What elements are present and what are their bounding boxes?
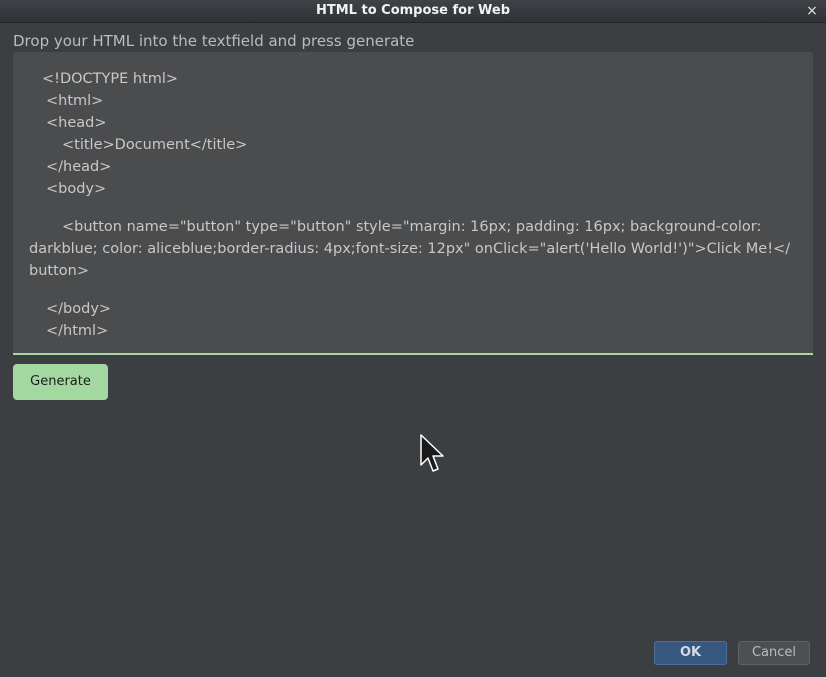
code-line: <html> [46,93,104,109]
generate-button[interactable]: Generate [13,364,108,400]
code-line: <title>Document</title> [62,137,248,153]
code-line: <!DOCTYPE html> [42,71,179,87]
code-line: <head> [46,115,107,131]
code-line: </body> [46,301,112,317]
code-line: darkblue; color: aliceblue;border-radius… [29,241,791,257]
close-icon[interactable]: × [804,2,820,20]
title-bar[interactable]: HTML to Compose for Web × [0,0,826,23]
code-line: <body> [46,181,107,197]
html-input-textarea[interactable]: <!DOCTYPE html> <html> <head> <title>Doc… [13,52,813,355]
code-line: </html> [46,323,109,339]
dialog-window: HTML to Compose for Web × Drop your HTML… [0,0,826,677]
instruction-label: Drop your HTML into the textfield and pr… [13,32,415,50]
ok-button[interactable]: OK [654,641,727,665]
window-title: HTML to Compose for Web [315,3,511,18]
cancel-button[interactable]: Cancel [738,641,810,665]
mouse-pointer-icon [420,434,444,472]
code-line: <button name="button" type="button" styl… [62,219,762,235]
code-line: </head> [46,159,112,175]
code-line: button> [29,263,89,279]
